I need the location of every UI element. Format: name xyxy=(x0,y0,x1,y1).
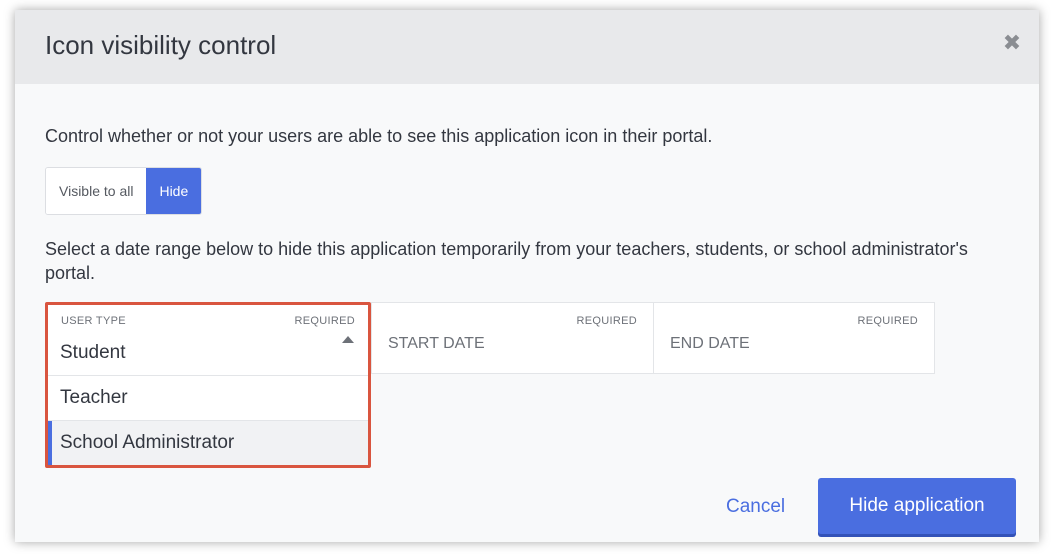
user-type-required-label: REQUIRED xyxy=(294,315,355,327)
user-type-select[interactable]: USER TYPE REQUIRED Student xyxy=(48,305,368,376)
user-type-selected-value: Student xyxy=(60,342,126,363)
user-type-label: USER TYPE xyxy=(61,315,126,327)
close-icon[interactable]: ✖ xyxy=(1001,32,1023,54)
hide-application-button[interactable]: Hide application xyxy=(818,478,1016,534)
start-date-required-label: REQUIRED xyxy=(576,315,637,327)
start-date-field[interactable]: REQUIRED START DATE xyxy=(371,302,654,374)
user-type-dropdown: USER TYPE REQUIRED Student Teacher Schoo… xyxy=(45,302,371,468)
visibility-toggle: Visible to all Hide xyxy=(45,167,203,215)
modal-title: Icon visibility control xyxy=(45,30,277,60)
icon-visibility-modal: Icon visibility control ✖ Control whethe… xyxy=(15,10,1039,542)
cancel-button[interactable]: Cancel xyxy=(720,492,791,522)
chevron-up-icon[interactable] xyxy=(342,336,354,343)
option-school-administrator[interactable]: School Administrator xyxy=(48,421,368,465)
option-teacher[interactable]: Teacher xyxy=(48,376,368,421)
end-date-placeholder: END DATE xyxy=(670,335,750,352)
visible-to-all-button[interactable]: Visible to all xyxy=(46,168,147,214)
end-date-field[interactable]: REQUIRED END DATE xyxy=(653,302,935,374)
hide-toggle-button[interactable]: Hide xyxy=(146,168,202,214)
date-range-description: Select a date range below to hide this a… xyxy=(45,239,968,283)
intro-text: Control whether or not your users are ab… xyxy=(45,126,713,146)
end-date-required-label: REQUIRED xyxy=(857,315,918,327)
modal-header: Icon visibility control ✖ xyxy=(15,10,1039,84)
start-date-placeholder: START DATE xyxy=(388,335,485,352)
